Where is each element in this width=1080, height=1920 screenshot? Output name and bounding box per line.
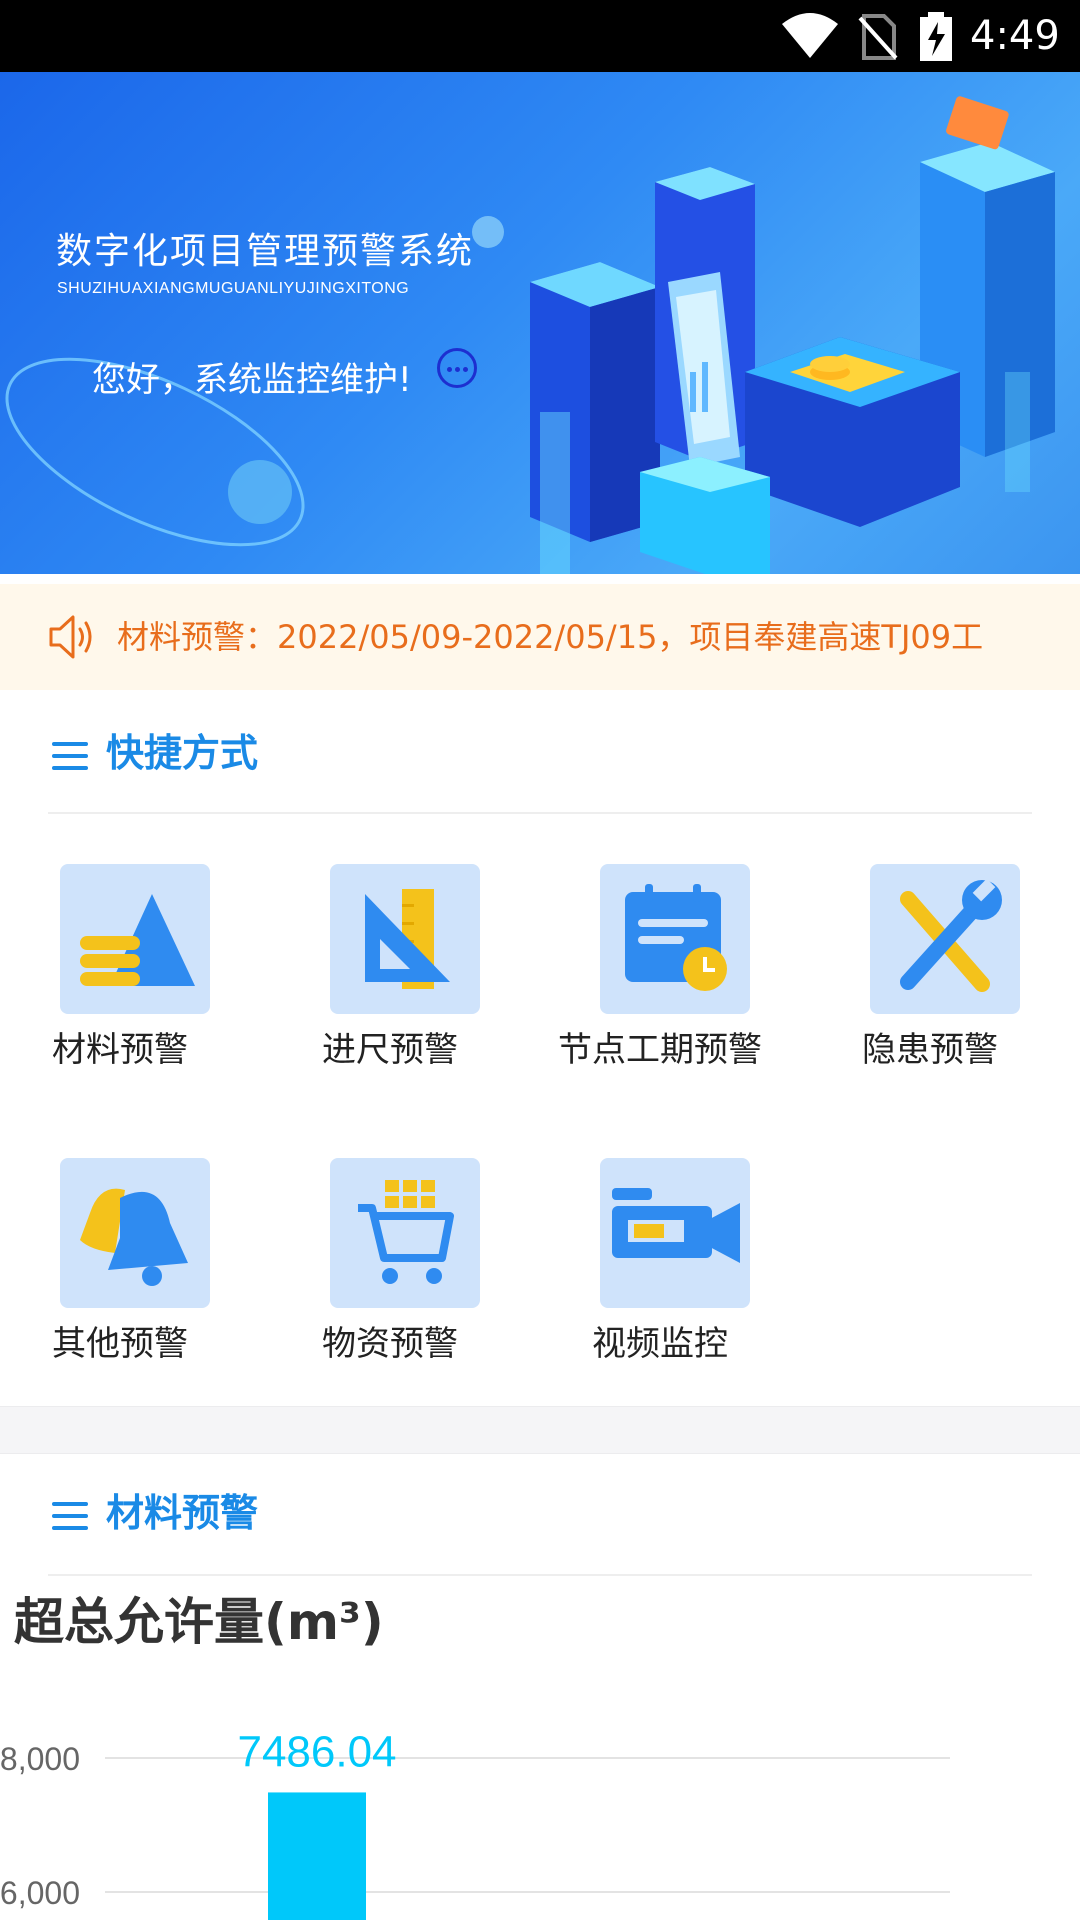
shortcut-label: 材料预警 — [52, 1030, 188, 1070]
wrench-screwdriver-icon — [870, 864, 1020, 1014]
status-bar: 4:49 — [0, 0, 1080, 72]
shortcuts-header: 快捷方式 — [0, 700, 1080, 820]
shortcut-label: 其他预警 — [52, 1324, 188, 1364]
bell-icon — [60, 1158, 210, 1308]
exceed-total-chart: 6,000 8,000 7486.04 — [0, 1727, 950, 1920]
bar[interactable] — [268, 1792, 366, 1920]
shortcut-label: 物资预警 — [322, 1324, 458, 1364]
speaker-icon — [49, 615, 92, 659]
data-label: 7486.04 — [237, 1727, 396, 1776]
divider — [48, 812, 1032, 814]
cart-icon — [330, 1158, 480, 1308]
no-sim-icon — [858, 14, 898, 60]
shortcut-label: 进尺预警 — [322, 1030, 458, 1070]
notice-marquee[interactable]: 材料预警：2022/05/09-2022/05/15，项目奉建高速TJ09工 — [0, 584, 1080, 690]
shortcut-other-warning[interactable]: 其他预警 — [10, 1158, 230, 1388]
list-icon — [52, 1502, 88, 1538]
shortcut-label: 隐患预警 — [862, 1030, 998, 1070]
city-illustration — [5, 96, 1055, 574]
y-tick-label: 8,000 — [0, 1741, 80, 1777]
notice-text: 材料预警：2022/05/09-2022/05/15，项目奉建高速TJ09工 — [117, 618, 984, 656]
y-tick-label: 6,000 — [0, 1875, 80, 1911]
shortcut-label: 视频监控 — [592, 1324, 728, 1364]
shortcut-footage-warning[interactable]: 进尺预警 — [280, 864, 500, 1094]
wifi-icon — [782, 13, 838, 58]
battery-charging-icon — [920, 12, 952, 61]
section-spacer — [0, 1406, 1080, 1454]
app-subtitle: SHUZIHUAXIANGMUGUANLIYUJINGXITONG — [57, 280, 410, 297]
divider — [48, 1574, 1032, 1576]
hero-banner: 数字化项目管理预警系统 SHUZIHUAXIANGMUGUANLIYUJINGX… — [0, 72, 1080, 574]
shortcut-label: 节点工期预警 — [558, 1030, 762, 1070]
shortcut-material-warning[interactable]: 材料预警 — [10, 864, 230, 1094]
shortcut-milestone-warning[interactable]: 节点工期预警 — [550, 864, 770, 1094]
shortcut-video-monitor[interactable]: 视频监控 — [550, 1158, 770, 1388]
material-warning-icon — [60, 864, 210, 1014]
chart-title: 超总允许量(m³) — [14, 1593, 384, 1651]
more-options-icon[interactable] — [437, 348, 477, 388]
list-icon — [52, 742, 88, 778]
shortcut-hazard-warning[interactable]: 隐患预警 — [820, 864, 1040, 1094]
ruler-triangle-icon — [330, 864, 480, 1014]
shortcuts-title: 快捷方式 — [106, 731, 259, 775]
video-camera-icon — [600, 1158, 750, 1308]
user-greeting: 您好，系统监控维护! — [92, 360, 412, 400]
shortcut-supplies-warning[interactable]: 物资预警 — [280, 1158, 500, 1388]
app-title: 数字化项目管理预警系统 — [56, 231, 475, 272]
material-section-header: 材料预警 — [0, 1460, 1080, 1580]
calendar-clock-icon — [600, 864, 750, 1014]
clock: 4:49 — [970, 13, 1060, 59]
material-section-title: 材料预警 — [106, 1491, 259, 1535]
